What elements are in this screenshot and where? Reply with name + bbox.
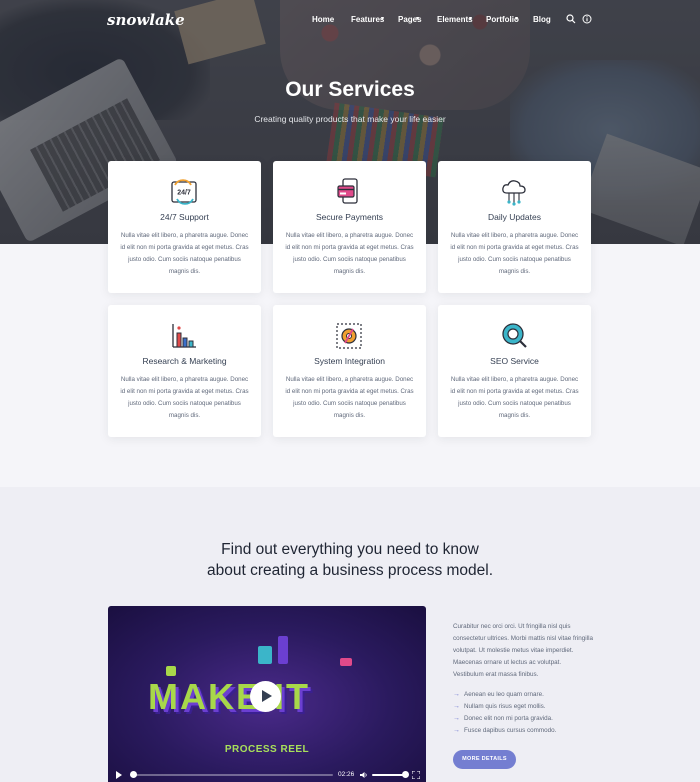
logo[interactable]: snowlake bbox=[107, 11, 185, 29]
video-deco bbox=[258, 646, 272, 664]
service-title: SEO Service bbox=[490, 356, 539, 366]
volume-icon[interactable] bbox=[360, 771, 368, 779]
video-deco bbox=[340, 658, 352, 666]
nav-features[interactable]: Features bbox=[351, 15, 384, 24]
volume-knob[interactable] bbox=[402, 771, 409, 778]
volume-track[interactable] bbox=[372, 774, 406, 776]
svg-text:24/7: 24/7 bbox=[177, 190, 191, 197]
list-item: → Nullam quis risus eget mollis. bbox=[453, 701, 593, 713]
service-title: Daily Updates bbox=[488, 212, 541, 222]
chevron-down-icon: ▾ bbox=[515, 15, 519, 22]
arrow-right-icon: → bbox=[453, 703, 460, 710]
arrow-right-icon: → bbox=[453, 715, 460, 722]
bullet-list: → Aenean eu leo quam ornare. → Nullam quis… bbox=[453, 689, 593, 737]
service-card[interactable]: Daily Updates Nulla vitae elit libero, a… bbox=[438, 161, 591, 293]
cloud-updates-icon bbox=[502, 180, 526, 206]
video-deco bbox=[166, 666, 176, 676]
service-card[interactable]: 24/7 24/7 Support Nulla vitae elit liber… bbox=[108, 161, 261, 293]
arrow-right-icon: → bbox=[453, 691, 460, 698]
info-icon[interactable] bbox=[582, 14, 592, 24]
nav-elements[interactable]: Elements bbox=[437, 15, 473, 24]
chevron-down-icon: ▾ bbox=[416, 15, 420, 22]
service-card[interactable]: SEO Service Nulla vitae elit libero, a p… bbox=[438, 305, 591, 437]
service-description: Nulla vitae elit libero, a pharetra augu… bbox=[450, 232, 579, 275]
service-description: Nulla vitae elit libero, a pharetra augu… bbox=[120, 232, 249, 275]
nav-portfolio[interactable]: Portfolio bbox=[486, 15, 519, 24]
video-caption: PROCESS REEL bbox=[224, 744, 310, 755]
video-player[interactable]: MAKE IT PROCESS REEL 02:26 bbox=[108, 606, 426, 782]
service-title: Secure Payments bbox=[315, 212, 384, 222]
arrow-right-icon: → bbox=[453, 727, 460, 734]
more-details-button[interactable]: MORE DETAILS bbox=[453, 750, 516, 769]
24-7-support-icon: 24/7 bbox=[171, 179, 197, 205]
list-item: → Aenean eu leo quam ornare. bbox=[453, 689, 593, 701]
video-headline: MAKE IT bbox=[148, 676, 310, 717]
top-navbar: snowlake Home Features ▾ Pages ▾ Element… bbox=[0, 0, 700, 40]
process-paragraph: Curabitur nec orci orci. Ut fringilla ni… bbox=[453, 623, 593, 678]
search-icon[interactable] bbox=[566, 14, 576, 24]
play-icon[interactable] bbox=[116, 771, 122, 779]
service-card[interactable]: System Integration Nulla vitae elit libe… bbox=[273, 305, 426, 437]
play-button[interactable] bbox=[250, 681, 281, 712]
service-title: Research & Marketing bbox=[142, 356, 227, 366]
progress-track[interactable] bbox=[130, 774, 333, 776]
nav-blog[interactable]: Blog bbox=[533, 15, 551, 24]
system-integration-icon bbox=[336, 323, 362, 349]
service-card[interactable]: Secure Payments Nulla vitae elit libero,… bbox=[273, 161, 426, 293]
seo-search-icon bbox=[502, 323, 527, 348]
service-description: Nulla vitae elit libero, a pharetra augu… bbox=[285, 376, 414, 419]
service-description: Nulla vitae elit libero, a pharetra augu… bbox=[450, 376, 579, 419]
video-time: 02:26 bbox=[338, 771, 355, 778]
service-description: Nulla vitae elit libero, a pharetra augu… bbox=[285, 232, 414, 275]
video-deco bbox=[278, 636, 288, 664]
list-item: → Donec elit non mi porta gravida. bbox=[453, 713, 593, 725]
progress-knob[interactable] bbox=[130, 771, 137, 778]
service-title: System Integration bbox=[314, 356, 385, 366]
service-description: Nulla vitae elit libero, a pharetra augu… bbox=[120, 376, 249, 419]
list-item: → Fusce dapibus cursus commodo. bbox=[453, 725, 593, 737]
chevron-down-icon: ▾ bbox=[381, 15, 385, 22]
page-title: Our Services bbox=[285, 78, 415, 101]
nav-home[interactable]: Home bbox=[312, 15, 334, 24]
page-subtitle: Creating quality products that make your… bbox=[254, 114, 446, 124]
chevron-down-icon: ▾ bbox=[469, 15, 473, 22]
bar-chart-icon bbox=[172, 324, 196, 348]
service-card[interactable]: Research & Marketing Nulla vitae elit li… bbox=[108, 305, 261, 437]
section-heading: Find out everything you need to know abo… bbox=[206, 541, 494, 579]
video-controls: 02:26 bbox=[108, 768, 426, 782]
service-title: 24/7 Support bbox=[160, 212, 209, 222]
fullscreen-icon[interactable] bbox=[412, 771, 420, 779]
secure-payments-icon bbox=[337, 178, 358, 204]
